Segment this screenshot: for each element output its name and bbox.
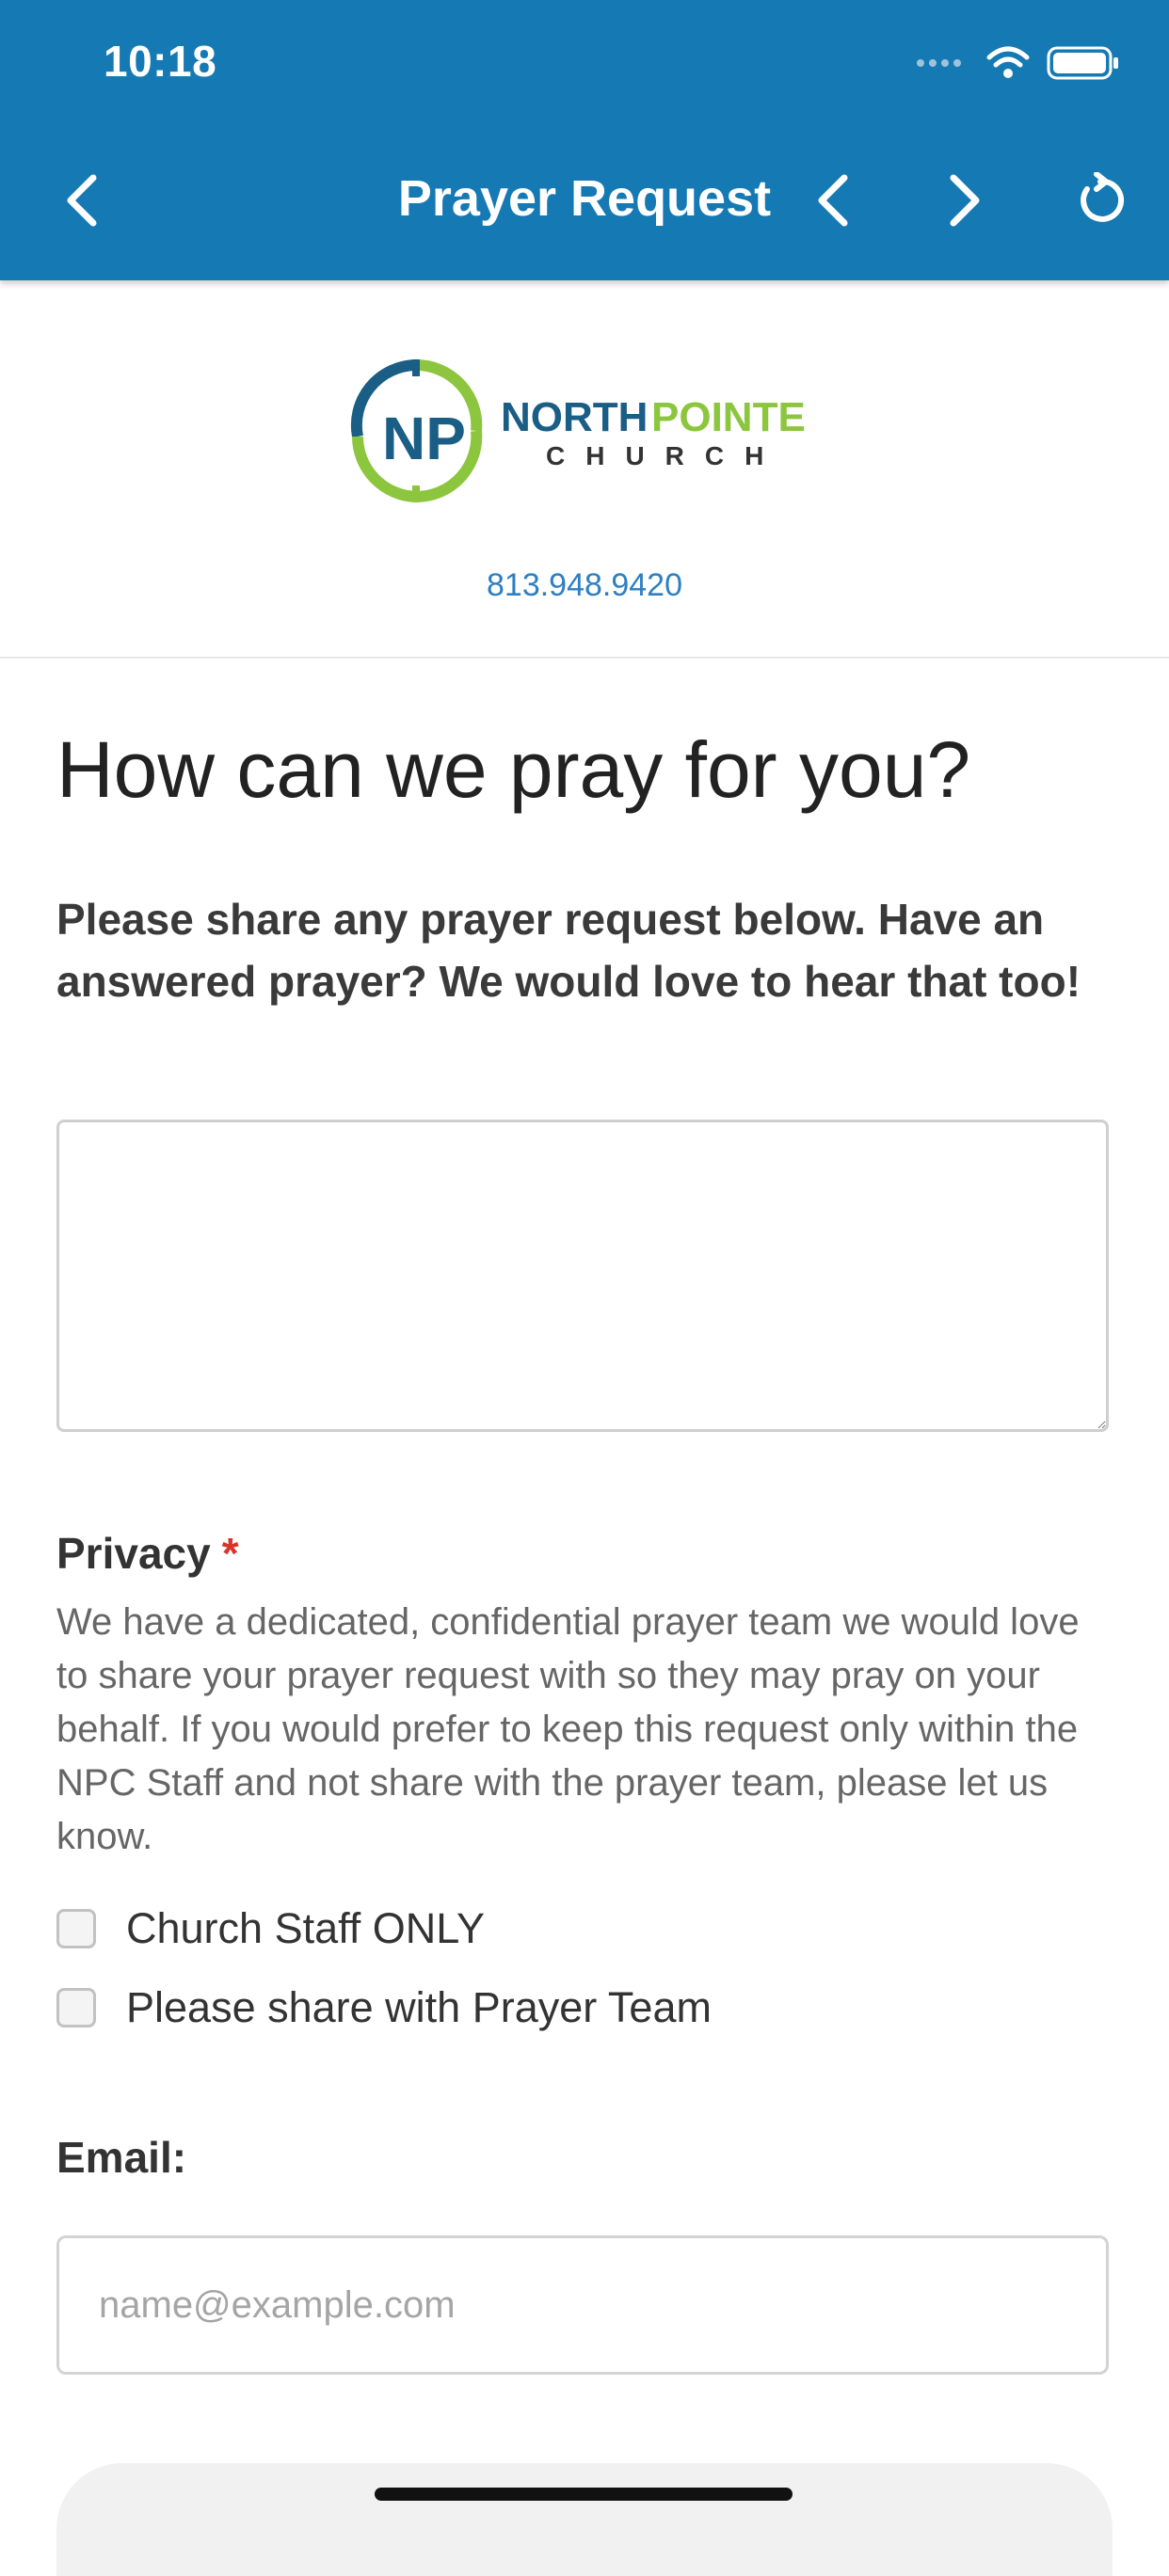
checkbox-prayer-team[interactable]: [56, 1988, 96, 2027]
submit-area: [56, 2463, 1113, 2576]
northpointe-church-logo: NP NORTH POINTE CHURCH: [350, 358, 806, 503]
next-page-button[interactable]: [932, 167, 998, 233]
app-header: 10:18 Prayer Request: [0, 0, 1169, 280]
privacy-description: We have a dedicated, confidential prayer…: [56, 1601, 1080, 1857]
home-indicator: [375, 2488, 793, 2501]
wifi-icon: [986, 46, 1030, 85]
reload-icon: [1081, 172, 1125, 222]
email-input[interactable]: [56, 2235, 1109, 2375]
form-heading: How can we pray for you?: [56, 725, 971, 814]
svg-text:CHURCH: CHURCH: [546, 441, 784, 470]
battery-icon: [1047, 45, 1120, 86]
church-branding: NP NORTH POINTE CHURCH 813.948.9420: [0, 282, 1169, 659]
prayer-request-textarea[interactable]: [56, 1120, 1109, 1432]
checkbox-staff-only[interactable]: [56, 1909, 96, 1948]
email-label: Email:: [56, 2133, 187, 2182]
reload-button[interactable]: [1067, 167, 1133, 233]
status-time: 10:18: [104, 37, 217, 86]
svg-text:NORTH: NORTH: [501, 394, 648, 440]
privacy-label: Privacy *: [56, 1528, 239, 1579]
cellular-signal-icon: [915, 56, 969, 75]
status-icons: [915, 45, 1120, 86]
chevron-left-icon: [818, 174, 848, 227]
prayer-request-label: Please share any prayer request below. H…: [56, 895, 1081, 1006]
header-divider: [0, 657, 1169, 659]
phone-link[interactable]: 813.948.9420: [0, 567, 1169, 604]
previous-page-button[interactable]: [800, 167, 866, 233]
svg-text:NP: NP: [382, 405, 466, 472]
svg-text:POINTE: POINTE: [651, 394, 806, 440]
checkbox-label[interactable]: Please share with Prayer Team: [126, 1983, 712, 2032]
privacy-label-text: Privacy: [56, 1529, 211, 1578]
privacy-option-prayer-team[interactable]: Please share with Prayer Team: [56, 1983, 712, 2032]
privacy-option-staff-only[interactable]: Church Staff ONLY: [56, 1904, 485, 1953]
checkbox-label[interactable]: Church Staff ONLY: [126, 1904, 485, 1953]
required-asterisk: *: [221, 1529, 239, 1578]
chevron-right-icon: [950, 174, 980, 227]
